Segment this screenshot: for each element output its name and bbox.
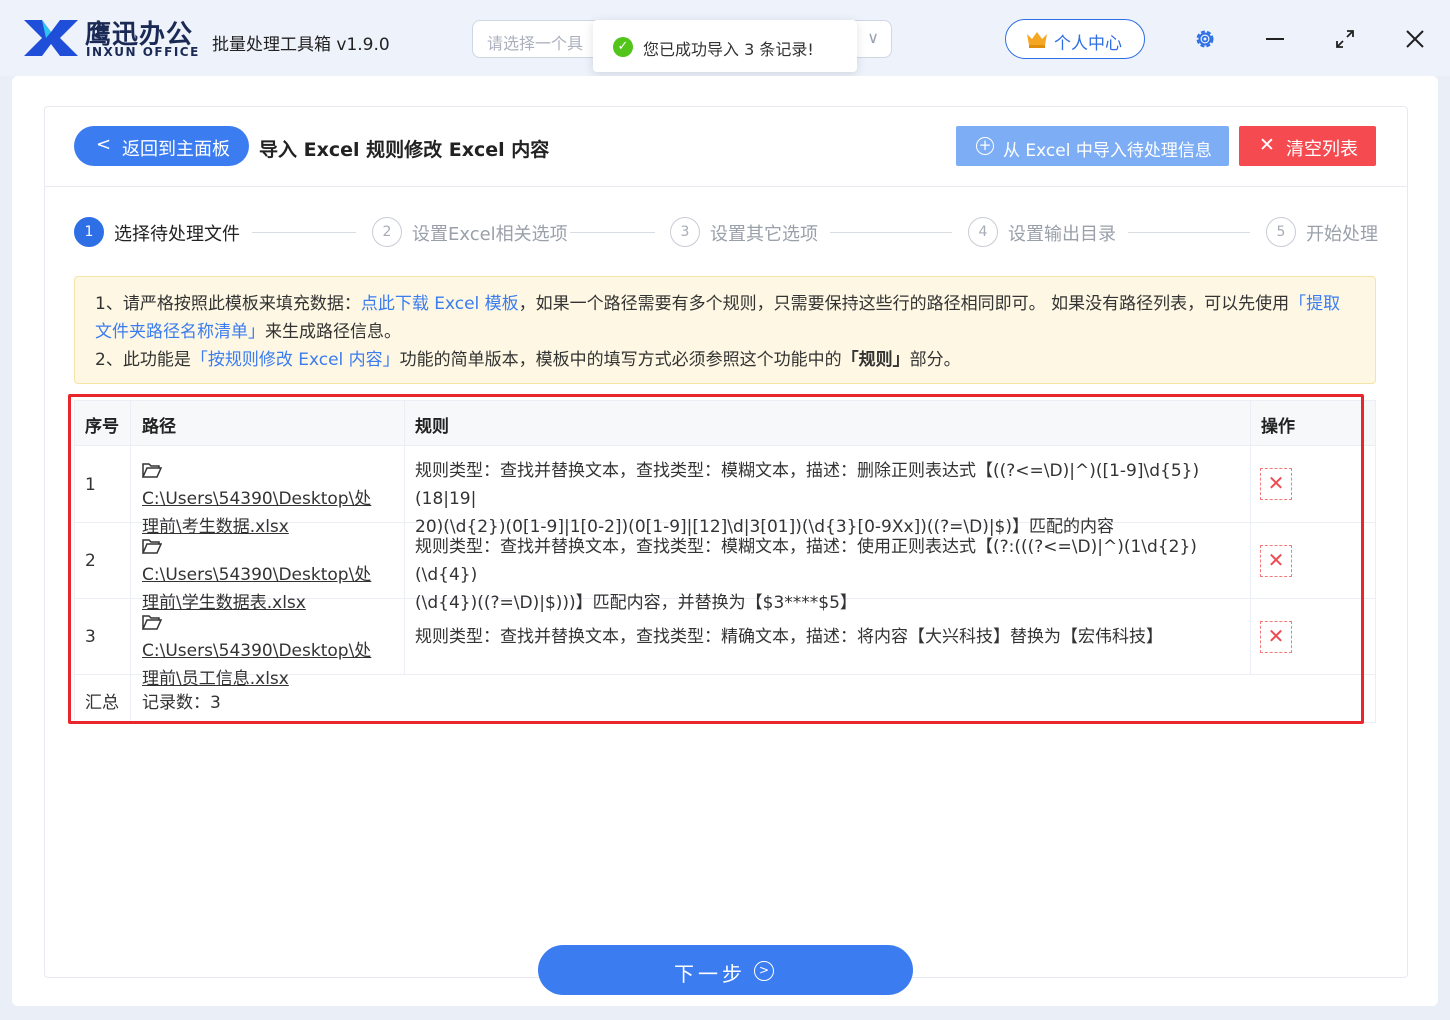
user-center-button[interactable]: 个人中心 (1005, 19, 1145, 59)
clear-list-button[interactable]: ✕ 清空列表 (1239, 126, 1376, 166)
brand-name-en: INXUN OFFICE (86, 45, 200, 59)
highlight-frame (68, 394, 1364, 724)
modify-excel-by-rules-link[interactable]: 「按规则修改 Excel 内容」 (191, 350, 400, 370)
next-step-button[interactable]: 下一步 > (538, 945, 913, 995)
clear-label: 清空列表 (1286, 139, 1358, 160)
step-connector (1128, 232, 1250, 233)
step-5-number: 5 (1266, 217, 1296, 247)
notice-text: 来生成路径信息。 (265, 322, 401, 342)
chevron-down-icon: ∨ (867, 28, 879, 47)
close-icon: ✕ (1259, 134, 1275, 156)
gear-icon[interactable] (1193, 27, 1217, 51)
download-template-link[interactable]: 点此下载 Excel 模板 (361, 294, 519, 314)
step-5-label: 开始处理 (1306, 224, 1378, 245)
chevron-right-circle-icon: > (754, 961, 774, 981)
notice-line-1: 1、请严格按照此模板来填充数据：点此下载 Excel 模板，如果一个路径需要有多… (95, 290, 1355, 346)
check-circle-icon: ✓ (613, 37, 633, 57)
divider (44, 186, 1408, 187)
tool-select-placeholder: 请选择一个具 (487, 34, 584, 53)
notice-text: 功能的简单版本，模板中的填写方式必须参照这个功能中的 (399, 350, 842, 370)
page-title: 导入 Excel 规则修改 Excel 内容 (259, 139, 550, 161)
notice-text: 部分。 (909, 350, 961, 370)
step-2-number: 2 (372, 217, 402, 247)
plus-circle-icon: + (976, 137, 994, 155)
back-to-main-button[interactable]: < 返回到主面板 (74, 126, 249, 166)
toast-message: 您已成功导入 3 条记录! (643, 40, 814, 59)
chevron-left-icon: < (96, 134, 112, 155)
step-1-label: 选择待处理文件 (114, 224, 240, 245)
notice-line-2: 2、此功能是「按规则修改 Excel 内容」功能的简单版本，模板中的填写方式必须… (95, 346, 1355, 374)
step-connector (830, 232, 952, 233)
instructions-notice: 1、请严格按照此模板来填充数据：点此下载 Excel 模板，如果一个路径需要有多… (74, 276, 1376, 384)
title-bar: 鹰迅办公 INXUN OFFICE 批量处理工具箱 v1.9.0 请选择一个具 … (0, 0, 1450, 76)
step-connector (252, 232, 356, 233)
notice-text: 2、此功能是 (95, 350, 191, 370)
step-4-number: 4 (968, 217, 998, 247)
next-step-label: 下一步 (674, 962, 746, 986)
crown-icon (1027, 32, 1047, 48)
back-label: 返回到主面板 (122, 139, 230, 160)
inxun-logo-icon (24, 20, 78, 56)
step-1-number: 1 (74, 217, 104, 247)
step-2-label: 设置Excel相关选项 (412, 224, 568, 245)
step-connector (570, 232, 655, 233)
maximize-icon[interactable] (1334, 28, 1356, 50)
notice-text: 1、请严格按照此模板来填充数据： (95, 294, 361, 314)
close-icon[interactable] (1404, 28, 1426, 50)
import-label: 从 Excel 中导入待处理信息 (1003, 141, 1212, 161)
notice-text: ，如果一个路径需要有多个规则，只需要保持这些行的路径相同即可。 如果没有路径列表… (518, 294, 1290, 314)
step-4-label: 设置输出目录 (1008, 224, 1116, 245)
success-toast: ✓ 您已成功导入 3 条记录! (593, 20, 857, 72)
step-3-label: 设置其它选项 (710, 224, 818, 245)
notice-bold-text: 「规则」 (841, 350, 910, 370)
user-center-label: 个人中心 (1054, 34, 1122, 54)
app-title: 批量处理工具箱 v1.9.0 (212, 35, 390, 55)
import-from-excel-button[interactable]: + 从 Excel 中导入待处理信息 (956, 126, 1229, 166)
minimize-icon[interactable] (1266, 38, 1284, 40)
step-3-number: 3 (670, 217, 700, 247)
